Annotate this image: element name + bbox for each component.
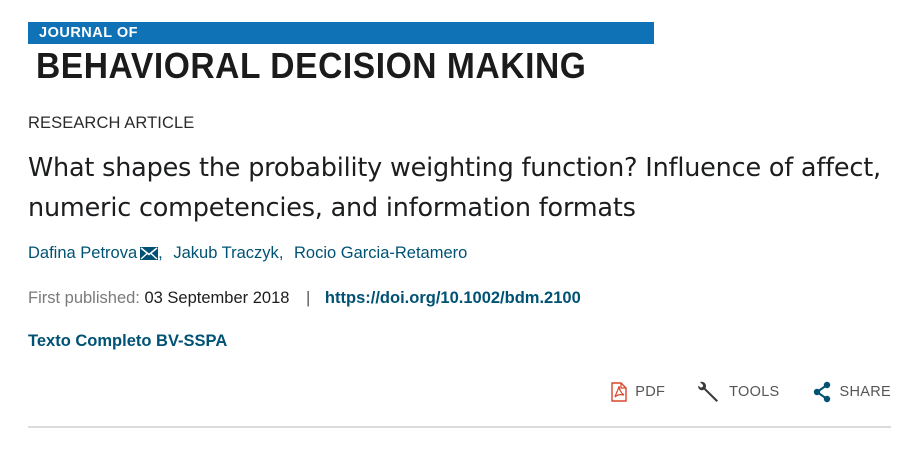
journal-name-main: BEHAVIORAL DECISION MAKING <box>36 45 587 86</box>
journal-logo[interactable]: JOURNAL OF BEHAVIORAL DECISION MAKING <box>28 22 654 86</box>
article-toolbar: PDF TOOLS SHARE <box>611 378 891 406</box>
share-button[interactable]: SHARE <box>812 381 891 403</box>
pdf-button[interactable]: PDF <box>611 382 665 402</box>
doi-link[interactable]: https://doi.org/10.1002/bdm.2100 <box>325 289 581 307</box>
full-text-link[interactable]: Texto Completo BV-SSPA <box>28 332 227 351</box>
section-divider <box>28 426 891 428</box>
share-icon <box>813 381 830 403</box>
author-separator: , <box>158 244 163 262</box>
envelope-icon[interactable] <box>140 247 159 260</box>
journal-name-top: JOURNAL OF <box>39 25 138 41</box>
pub-divider: | <box>306 289 311 307</box>
author-link[interactable]: Rocio Garcia-Retamero <box>294 244 467 262</box>
author-list: Dafina Petrova, Jakub Traczyk, Rocio Gar… <box>28 244 467 263</box>
wrench-icon <box>698 381 719 402</box>
article-title: What shapes the probability weighting fu… <box>28 153 881 223</box>
tools-label: TOOLS <box>729 384 780 400</box>
author-separator: , <box>278 244 284 262</box>
author-link[interactable]: Dafina Petrova <box>28 244 137 262</box>
author-link[interactable]: Jakub Traczyk <box>173 244 278 262</box>
pdf-icon <box>611 382 627 402</box>
article-type: RESEARCH ARTICLE <box>28 114 195 132</box>
pdf-label: PDF <box>635 384 666 400</box>
publication-info: First published: 03 September 2018 | htt… <box>28 289 581 308</box>
published-label: First published: <box>28 289 140 307</box>
share-label: SHARE <box>839 384 891 400</box>
published-date: 03 September 2018 <box>144 289 290 307</box>
tools-button[interactable]: TOOLS <box>697 380 779 404</box>
